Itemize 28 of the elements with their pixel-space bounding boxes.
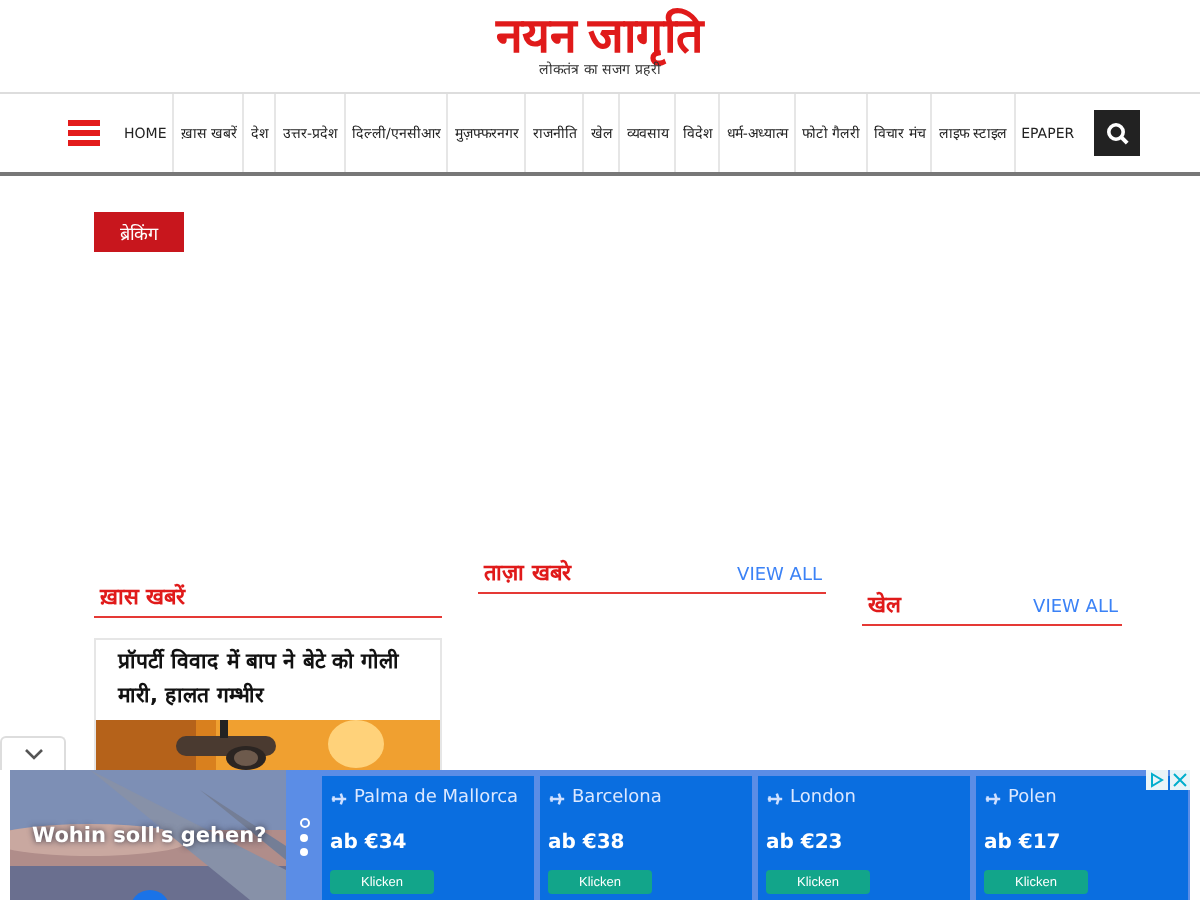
chevron-icon[interactable] <box>23 748 43 760</box>
search-button[interactable] <box>1094 110 1140 156</box>
offer-price: ab €23 <box>766 832 845 854</box>
search-icon[interactable] <box>1105 121 1129 145</box>
menu-icon[interactable] <box>68 120 100 146</box>
destination-label: Polen <box>984 788 1188 808</box>
destination-label: Palma de Mallorca <box>330 788 534 808</box>
collapse-tab[interactable] <box>0 736 66 770</box>
view-all-link[interactable]: VIEW ALL <box>1033 598 1118 618</box>
breaking-badge: ब्रेकिंग <box>94 212 184 252</box>
destination-label: Barcelona <box>548 788 752 808</box>
offer-price: ab €38 <box>548 832 627 854</box>
section-title: खेल <box>868 590 900 618</box>
plane-icon <box>984 789 1002 807</box>
carousel-dot[interactable] <box>300 848 308 856</box>
plane-icon <box>766 789 784 807</box>
destination-label: London <box>766 788 970 808</box>
carousel-dot[interactable] <box>299 818 309 828</box>
plane-icon <box>548 789 566 807</box>
section-title: ख़ास खबरें <box>100 582 186 610</box>
offer-price: ab €17 <box>984 832 1063 854</box>
carousel-dot[interactable] <box>300 834 308 842</box>
plane-icon <box>330 789 348 807</box>
ad-headline: Wohin soll's gehen? <box>32 824 267 848</box>
section-title: ताज़ा खबरे <box>484 558 572 586</box>
article-headline[interactable]: प्रॉपर्टी विवाद में बाप ने बेटे को गोली मारी, हालत गम्भीर <box>96 640 440 720</box>
offer-price: ab €34 <box>330 832 409 854</box>
view-all-link[interactable]: VIEW ALL <box>737 566 822 586</box>
